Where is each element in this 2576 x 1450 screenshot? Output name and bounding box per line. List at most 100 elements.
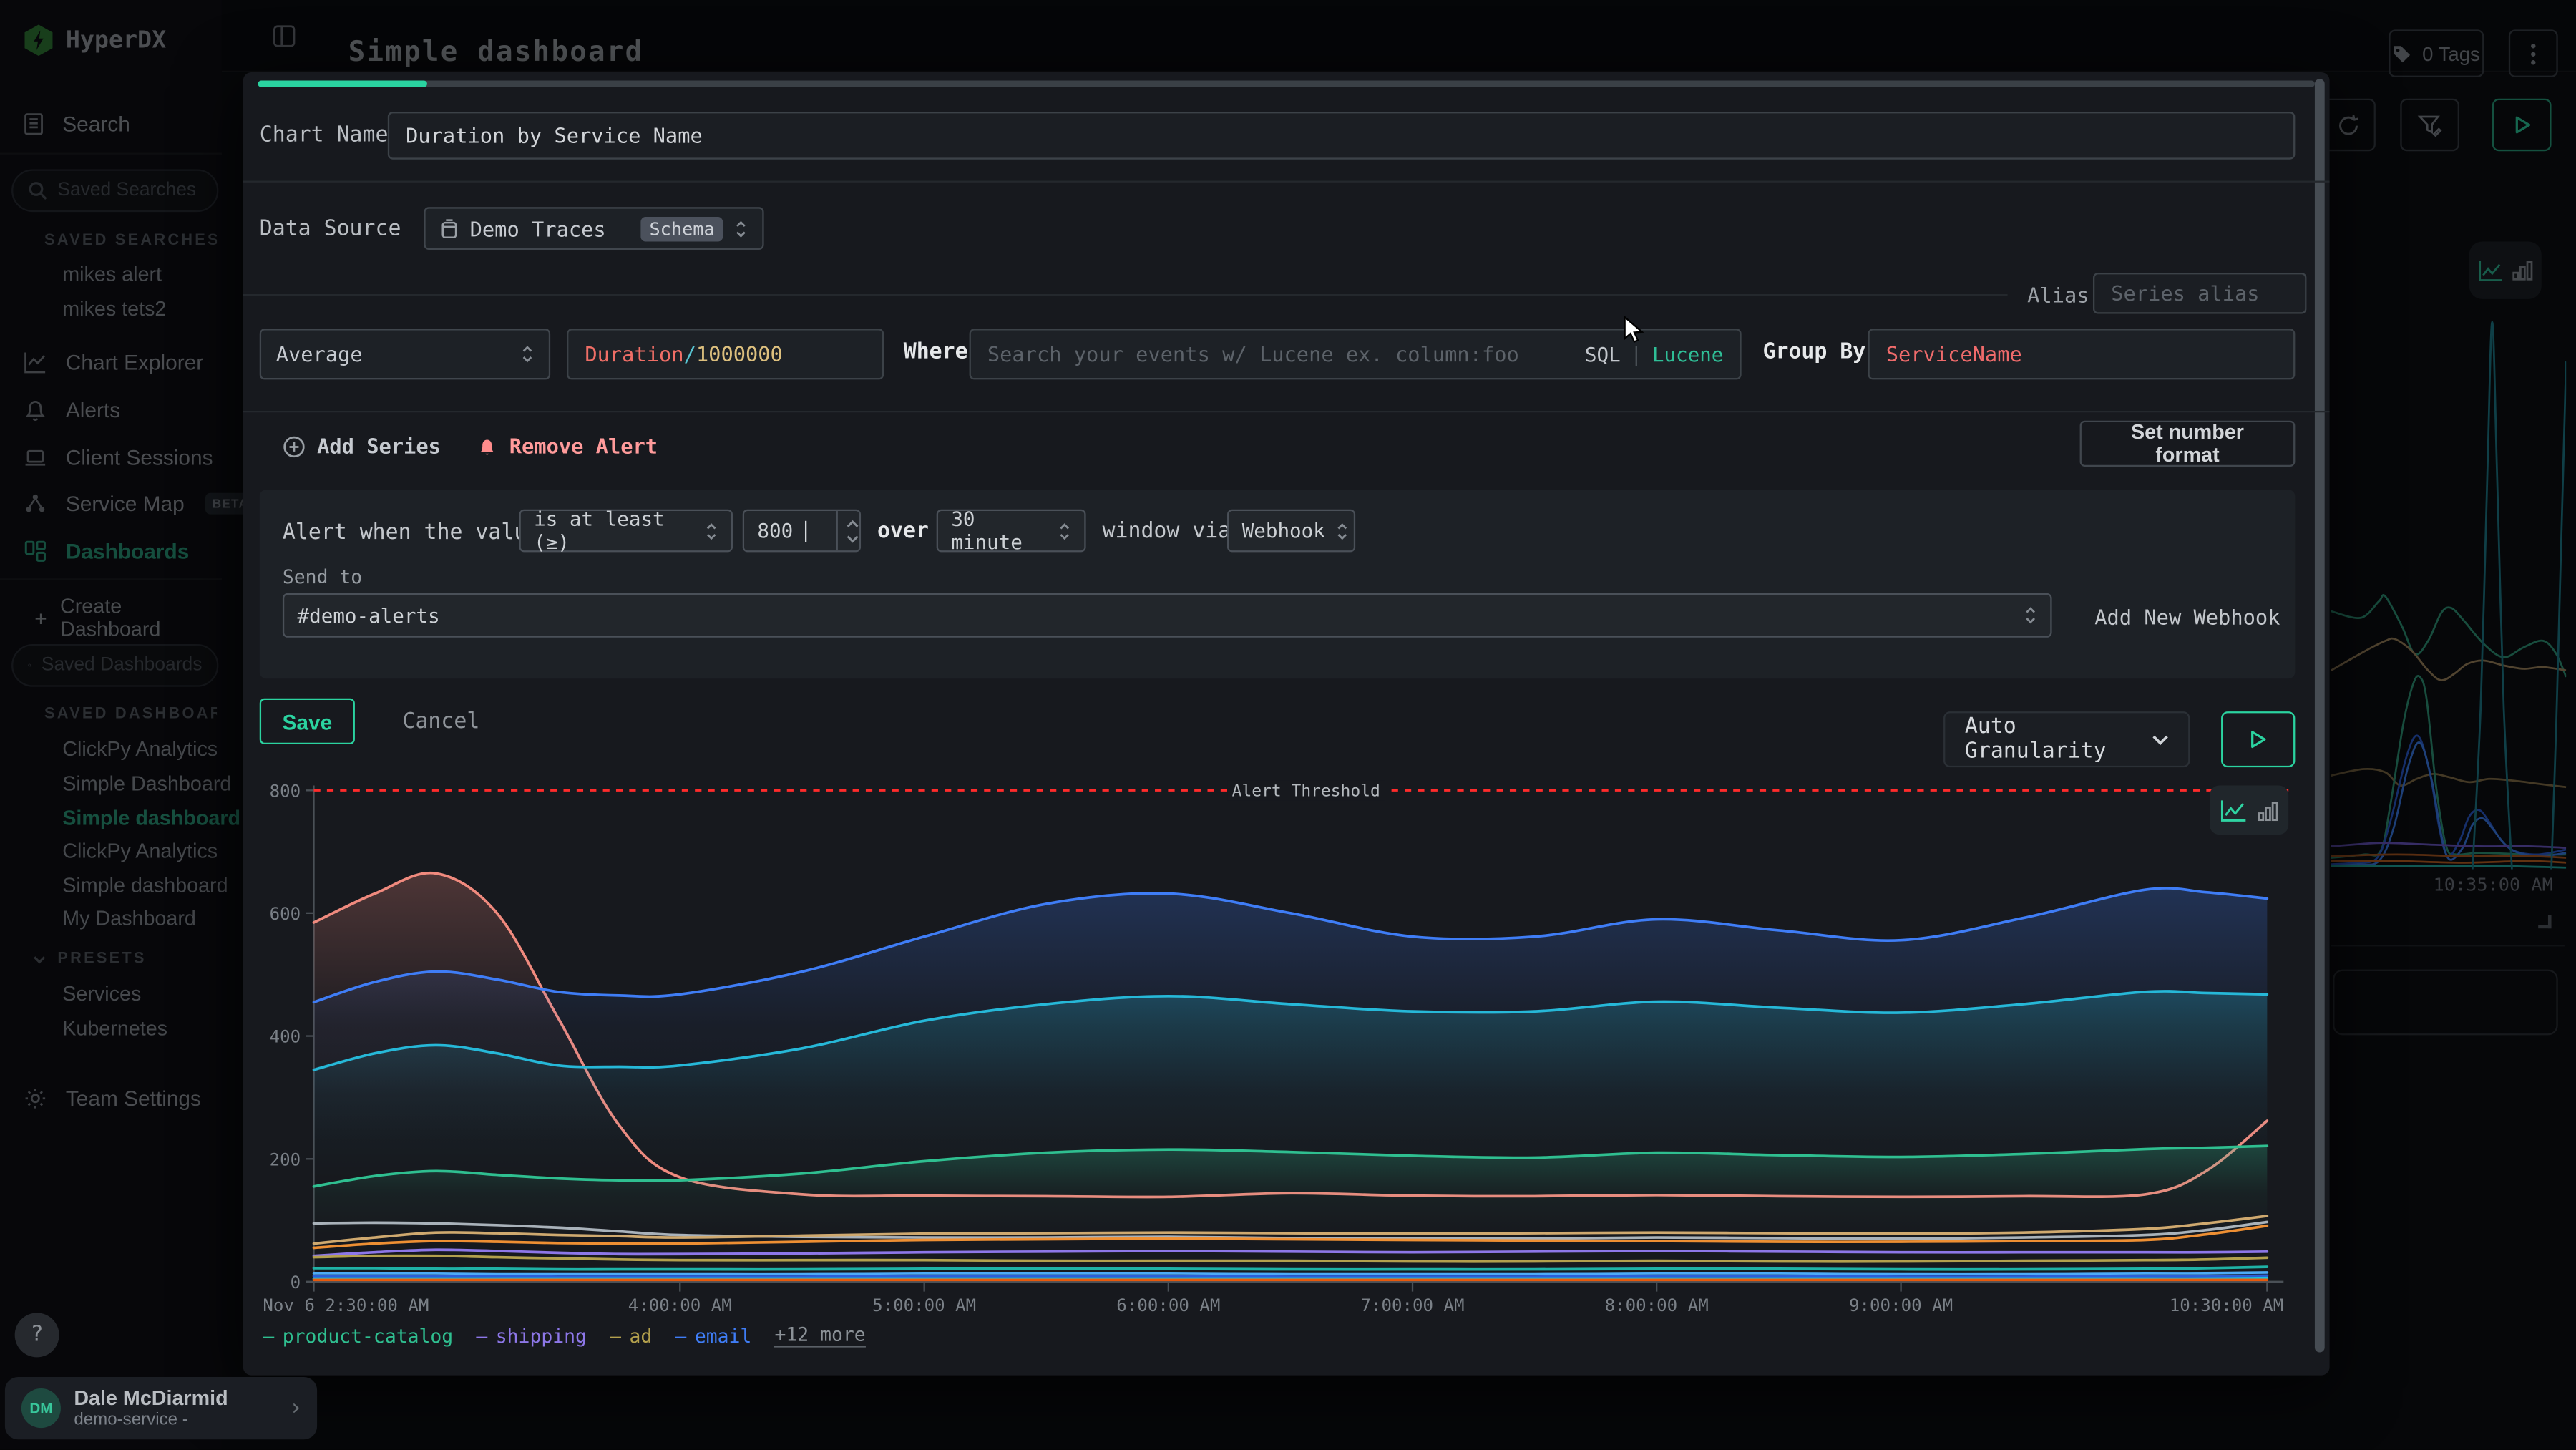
over-label: over bbox=[877, 520, 929, 544]
set-number-format-label: Set number format bbox=[2097, 421, 2279, 467]
chevron-up-icon[interactable] bbox=[846, 518, 859, 528]
bell-icon bbox=[477, 434, 498, 457]
user-menu[interactable]: DM Dale McDiarmid demo-service - › bbox=[5, 1377, 317, 1439]
svg-text:600: 600 bbox=[270, 904, 301, 924]
progress-bar bbox=[258, 80, 2314, 87]
alias-placeholder: Series alias bbox=[2111, 281, 2259, 306]
add-new-webhook-button[interactable]: Add New Webhook bbox=[2094, 605, 2280, 629]
text-cursor bbox=[804, 520, 806, 542]
legend-label: shipping bbox=[496, 1323, 587, 1346]
svg-text:5:00:00 AM: 5:00:00 AM bbox=[872, 1295, 976, 1315]
divider: | bbox=[1630, 343, 1642, 366]
svg-text:800: 800 bbox=[270, 782, 301, 802]
legend-label: product-catalog bbox=[283, 1323, 453, 1346]
modal-scrollbar[interactable] bbox=[2315, 79, 2325, 1352]
chart-type-toggle[interactable] bbox=[2210, 785, 2288, 835]
help-button[interactable]: ? bbox=[15, 1313, 59, 1357]
aggregation-select[interactable]: Average bbox=[260, 329, 550, 379]
app-screen: HyperDX Search Saved Searches SAVED SEAR… bbox=[0, 0, 2576, 1449]
line-chart-icon[interactable] bbox=[2220, 798, 2248, 822]
svg-text:400: 400 bbox=[270, 1027, 301, 1047]
divider bbox=[243, 181, 2330, 183]
chevron-updown-icon bbox=[1335, 520, 1348, 542]
webhook-select[interactable]: #demo-alerts bbox=[283, 593, 2052, 638]
svg-text:10:30:00 AM: 10:30:00 AM bbox=[2170, 1295, 2284, 1315]
aggregation-value: Average bbox=[276, 342, 363, 366]
query-language-toggle[interactable]: SQL | Lucene bbox=[1585, 343, 1724, 366]
legend-item[interactable]: —shipping bbox=[476, 1323, 587, 1346]
field-operator: / bbox=[684, 342, 696, 366]
divider bbox=[243, 411, 2330, 412]
edit-chart-modal: Chart Name Duration by Service Name Data… bbox=[243, 72, 2330, 1376]
remove-alert-label: Remove Alert bbox=[509, 434, 658, 458]
group-by-value: ServiceName bbox=[1886, 342, 2022, 366]
svg-text:6:00:00 AM: 6:00:00 AM bbox=[1116, 1295, 1220, 1315]
data-source-select[interactable]: Demo Traces Schema bbox=[424, 207, 763, 250]
window-via-label: window via bbox=[1103, 520, 1231, 544]
add-series-label: Add Series bbox=[317, 434, 441, 458]
lucene-option[interactable]: Lucene bbox=[1652, 343, 1724, 366]
alert-threshold-input[interactable]: 800 bbox=[743, 510, 861, 553]
alert-threshold-value: 800 bbox=[757, 520, 793, 542]
chevron-updown-icon bbox=[705, 520, 718, 542]
data-source-label: Data Source bbox=[260, 217, 401, 241]
user-org: demo-service - bbox=[74, 1410, 228, 1430]
save-button[interactable]: Save bbox=[260, 699, 355, 744]
chart-name-value: Duration by Service Name bbox=[406, 123, 703, 147]
alert-channel-value: Webhook bbox=[1242, 520, 1325, 542]
chevron-updown-icon bbox=[521, 344, 534, 365]
set-number-format-button[interactable]: Set number format bbox=[2080, 421, 2296, 467]
legend-label: email bbox=[695, 1323, 751, 1346]
alert-channel-select[interactable]: Webhook bbox=[1227, 510, 1355, 553]
avatar: DM bbox=[21, 1388, 61, 1428]
database-icon bbox=[440, 218, 458, 239]
data-source-value: Demo Traces bbox=[470, 216, 606, 240]
bar-chart-icon[interactable] bbox=[2258, 799, 2279, 821]
svg-text:0: 0 bbox=[291, 1273, 301, 1293]
series-alias-input[interactable]: Series alias bbox=[2093, 273, 2306, 313]
chevron-down-icon bbox=[2152, 734, 2169, 745]
legend-item[interactable]: —product-catalog bbox=[263, 1323, 453, 1346]
granularity-select[interactable]: Auto Granularity bbox=[1943, 711, 2190, 767]
chart-name-label: Chart Name bbox=[260, 123, 389, 147]
svg-text:Nov 6 2:30:00 AM: Nov 6 2:30:00 AM bbox=[263, 1295, 429, 1315]
mouse-cursor bbox=[1623, 316, 1646, 345]
duration-chart: 800 600 400 200 0Nov 6 2:30:00 AM 4:00:00 AM 5… bbox=[246, 772, 2300, 1323]
search-placeholder: Search your events w/ Lucene ex. column:… bbox=[987, 342, 1519, 366]
granularity-value: Auto Granularity bbox=[1965, 715, 2152, 764]
alert-config-card: Alert when the value is at least (≥) 800… bbox=[260, 490, 2296, 678]
legend-item[interactable]: —email bbox=[675, 1323, 751, 1346]
divider bbox=[243, 294, 2008, 296]
play-icon bbox=[2249, 729, 2267, 749]
legend-label: ad bbox=[629, 1323, 652, 1346]
alert-window-value: 30 minute bbox=[951, 507, 1048, 553]
group-by-input[interactable]: ServiceName bbox=[1868, 329, 2295, 379]
user-name: Dale McDiarmid bbox=[74, 1387, 228, 1410]
chevron-updown-icon bbox=[1058, 520, 1071, 542]
alert-condition-value: is at least (≥) bbox=[534, 507, 695, 553]
where-label: Where bbox=[904, 340, 968, 364]
field-divisor: 1000000 bbox=[696, 342, 783, 366]
svg-text:9:00:00 AM: 9:00:00 AM bbox=[1849, 1295, 1953, 1315]
run-chart-button[interactable] bbox=[2221, 711, 2295, 767]
chevron-updown-icon bbox=[734, 218, 747, 239]
chevron-down-icon[interactable] bbox=[846, 533, 859, 543]
alert-condition-select[interactable]: is at least (≥) bbox=[519, 510, 733, 553]
schema-badge: Schema bbox=[641, 216, 723, 240]
field-expression-input[interactable]: Duration/1000000 bbox=[567, 329, 884, 379]
chart-name-input[interactable]: Duration by Service Name bbox=[388, 112, 2296, 160]
remove-alert-button[interactable]: Remove Alert bbox=[477, 434, 658, 458]
alert-window-select[interactable]: 30 minute bbox=[937, 510, 1086, 553]
svg-text:8:00:00 AM: 8:00:00 AM bbox=[1605, 1295, 1709, 1315]
alias-label: Alias bbox=[2027, 283, 2089, 307]
webhook-value: #demo-alerts bbox=[298, 604, 440, 627]
legend-more-button[interactable]: +12 more bbox=[774, 1323, 865, 1347]
sql-option[interactable]: SQL bbox=[1585, 343, 1621, 366]
svg-text:4:00:00 AM: 4:00:00 AM bbox=[628, 1295, 732, 1315]
legend-item[interactable]: —ad bbox=[610, 1323, 652, 1346]
cancel-button[interactable]: Cancel bbox=[402, 710, 479, 734]
number-stepper[interactable] bbox=[836, 511, 859, 550]
add-series-button[interactable]: Add Series bbox=[283, 434, 441, 458]
svg-text:200: 200 bbox=[270, 1149, 301, 1169]
alert-threshold-label: Alert Threshold bbox=[1232, 782, 1380, 800]
